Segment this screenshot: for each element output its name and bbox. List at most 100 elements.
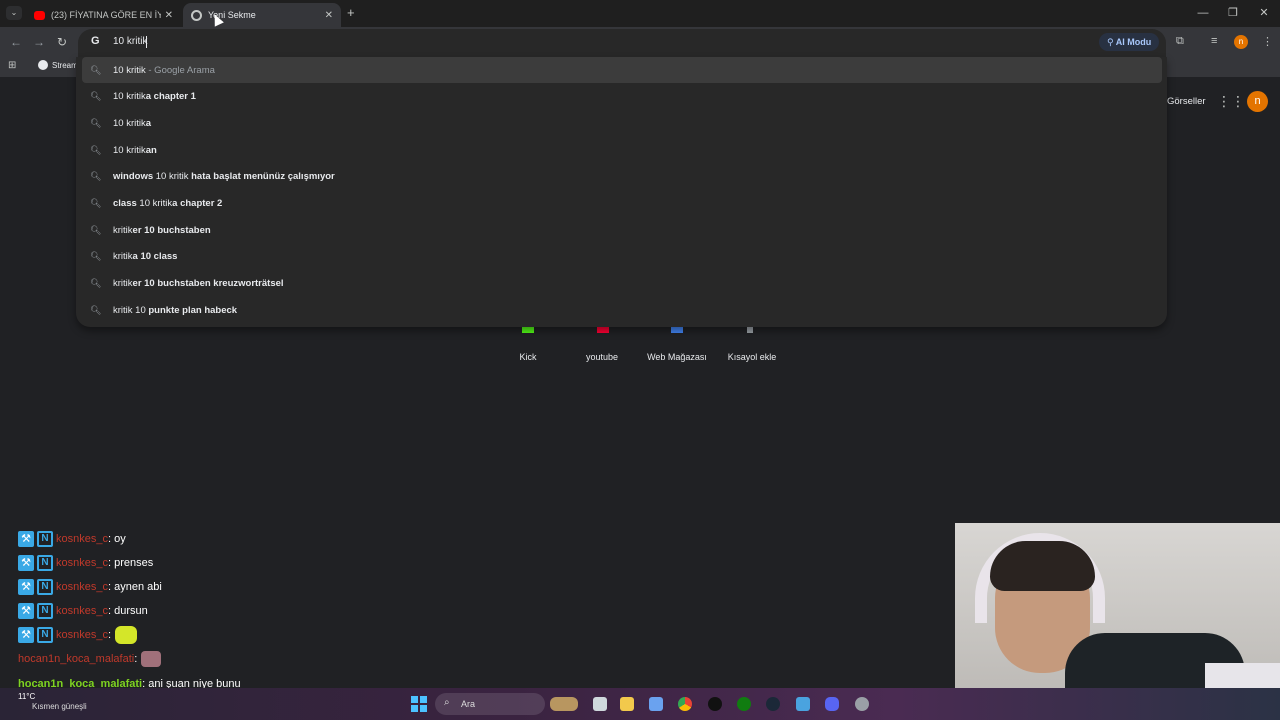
ai-mode-icon: ⚲: [1107, 37, 1116, 47]
moderator-badge-icon: ⚒: [18, 603, 34, 619]
shortcut-youtube[interactable]: youtube: [567, 352, 637, 362]
suggestion-item[interactable]: 🔍︎ kritika 10 class: [76, 243, 1167, 269]
stream-icon: [38, 60, 48, 70]
chat-message: ⚒ N kosnkes_c:: [18, 626, 138, 644]
task-view-icon[interactable]: [593, 697, 607, 711]
file-explorer-icon[interactable]: [620, 697, 634, 711]
shortcut-web-store[interactable]: Web Mağazası: [642, 352, 712, 362]
omnibox[interactable]: [78, 29, 1166, 57]
subscriber-badge-icon: N: [37, 603, 53, 619]
chrome-icon[interactable]: [678, 697, 692, 711]
chat-username: kosnkes_c: [56, 557, 108, 569]
steam-icon[interactable]: [766, 697, 780, 711]
menu-icon[interactable]: ⋮: [1262, 35, 1273, 48]
page-avatar[interactable]: n: [1247, 91, 1268, 112]
minimize-button[interactable]: —: [1188, 4, 1218, 22]
chat-message: hocan1n_koca_malafati:: [18, 650, 162, 668]
extensions-icon[interactable]: ⧉: [1176, 35, 1184, 48]
omnibox-input[interactable]: 10 kritik: [113, 36, 147, 47]
suggestion-item[interactable]: 🔍︎ 10 kritika: [76, 110, 1167, 136]
emote-icon: [115, 626, 138, 644]
weather-widget[interactable]: 11°C Kısmen güneşli: [18, 692, 87, 712]
chat-username: kosnkes_c: [56, 581, 108, 593]
emote-icon: [141, 651, 162, 667]
search-icon: 🔍︎: [90, 64, 102, 75]
suggestion-item[interactable]: 🔍︎ class 10 kritika chapter 2: [76, 190, 1167, 216]
windows-start-icon[interactable]: [411, 696, 427, 712]
bookmark-stream[interactable]: Stream: [38, 60, 78, 70]
profile-avatar[interactable]: n: [1234, 35, 1248, 49]
search-icon: 🔍︎: [90, 250, 102, 261]
images-link[interactable]: Görseller: [1167, 96, 1206, 107]
github-icon[interactable]: [708, 697, 722, 711]
taskbar-search-label: Ara: [461, 699, 476, 709]
close-icon[interactable]: ✕: [325, 10, 333, 21]
photo-app-icon[interactable]: [550, 697, 578, 711]
chat-username: hocan1n_koca_malafati: [18, 653, 135, 665]
moderator-badge-icon: ⚒: [18, 579, 34, 595]
new-tab-button[interactable]: +: [347, 5, 355, 20]
tab-title: (23) FİYATINA GÖRE EN İYİSİ / P: [51, 10, 161, 20]
moderator-badge-icon: ⚒: [18, 627, 34, 643]
moderator-badge-icon: ⚒: [18, 555, 34, 571]
chat-text: :: [134, 653, 138, 665]
subscriber-badge-icon: N: [37, 579, 53, 595]
tab-new-tab[interactable]: Yeni Sekme ✕: [183, 3, 341, 27]
chat-text: : dursun: [107, 605, 148, 617]
chat-message: ⚒ N kosnkes_c: prenses: [18, 554, 153, 572]
chat-text: : oy: [107, 533, 126, 545]
discord-icon[interactable]: [825, 697, 839, 711]
restore-button[interactable]: ❐: [1218, 4, 1248, 22]
suggestion-item[interactable]: 🔍︎ 10 kritikan: [76, 137, 1167, 163]
chat-text: : aynen abi: [107, 581, 162, 593]
suggestion-text: windows 10 kritik hata başlat menünüz ça…: [113, 170, 335, 182]
xbox-icon[interactable]: [737, 697, 751, 711]
ai-mode-label: AI Modu: [1115, 37, 1152, 47]
shortcut-kick[interactable]: Kick: [493, 352, 563, 362]
suggestion-item[interactable]: 🔍︎ kritiker 10 buchstaben: [76, 217, 1167, 243]
search-icon: 🔍︎: [90, 144, 102, 155]
weather-temp: 11°C: [18, 692, 36, 701]
reload-icon[interactable]: ↻: [57, 35, 67, 49]
chrome-icon: [191, 9, 202, 21]
back-icon[interactable]: ←: [10, 35, 22, 49]
search-icon: 🔍︎: [90, 170, 102, 181]
weather-label: Kısmen güneşli: [32, 702, 87, 711]
suggestion-text: class 10 kritika chapter 2: [113, 197, 223, 209]
subscriber-badge-icon: N: [37, 627, 53, 643]
taskbar-search[interactable]: ⌕ Ara: [435, 693, 545, 715]
search-icon: 🔍︎: [90, 277, 102, 288]
ai-mode-button[interactable]: ⚲ AI Modu: [1099, 33, 1160, 51]
snipping-tool-icon[interactable]: [796, 697, 810, 711]
chat-username: kosnkes_c: [56, 533, 108, 545]
settings-icon[interactable]: [855, 697, 869, 711]
search-icon: 🔍︎: [90, 304, 102, 315]
bookmark-label: Stream: [52, 60, 78, 70]
suggestion-item[interactable]: 🔍︎ windows 10 kritik hata başlat menünüz…: [76, 163, 1167, 189]
chat-text: : prenses: [107, 557, 154, 569]
suggestion-item[interactable]: 🔍︎ kritiker 10 buchstaben kreuzworträtse…: [76, 270, 1167, 296]
suggestion-text: kritiker 10 buchstaben kreuzworträtsel: [113, 277, 284, 289]
tab-search-button[interactable]: ⌄: [6, 6, 22, 20]
suggestion-text: kritik 10 punkte plan habeck: [113, 304, 238, 316]
suggestion-text: 10 kritikan: [113, 144, 157, 156]
reading-list-icon[interactable]: ≡: [1211, 35, 1217, 47]
suggestion-item[interactable]: 🔍︎ 10 kritika chapter 1: [76, 83, 1167, 109]
suggestion-text: kritika 10 class: [113, 250, 178, 262]
chat-message: ⚒ N kosnkes_c: oy: [18, 530, 126, 548]
shortcut-add[interactable]: Kısayol ekle: [717, 352, 787, 362]
suggestion-item[interactable]: 🔍︎ 10 kritik - Google Arama: [82, 57, 1162, 83]
subscriber-badge-icon: N: [37, 531, 53, 547]
close-icon[interactable]: ✕: [165, 10, 173, 21]
chat-username: kosnkes_c: [56, 629, 108, 641]
chat-text: :: [107, 629, 112, 641]
apps-icon[interactable]: ⊞: [8, 60, 16, 71]
forward-icon[interactable]: →: [33, 35, 45, 49]
text-caret: [146, 36, 147, 48]
youtube-icon: [34, 10, 45, 20]
suggestion-text: 10 kritik - Google Arama: [113, 64, 215, 76]
suggestion-item[interactable]: 🔍︎ kritik 10 punkte plan habeck: [76, 297, 1167, 323]
tab-youtube[interactable]: (23) FİYATINA GÖRE EN İYİSİ / P ✕: [26, 3, 181, 27]
close-window-button[interactable]: ✕: [1249, 4, 1279, 22]
store-icon[interactable]: [649, 697, 663, 711]
